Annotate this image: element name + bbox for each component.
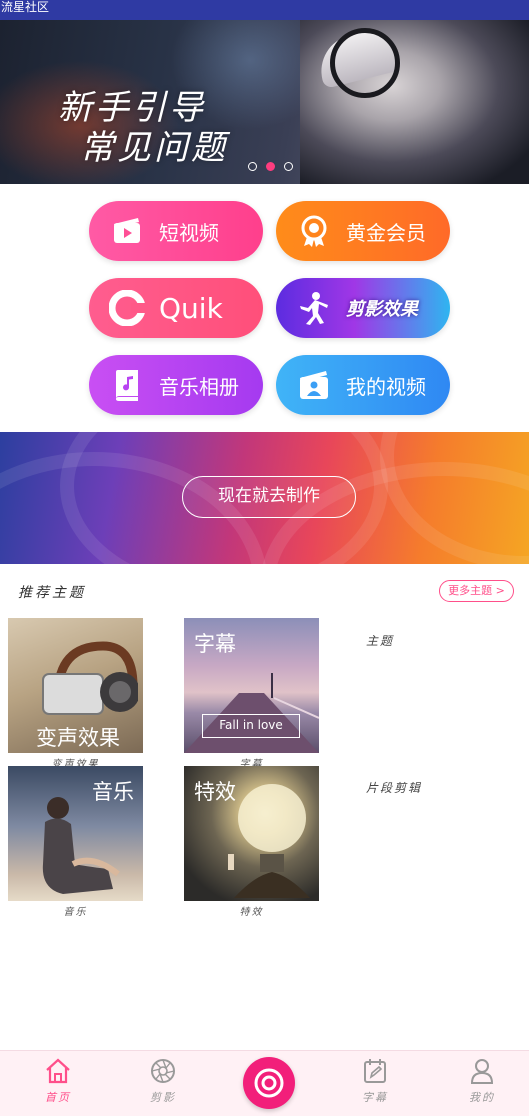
side-label-theme[interactable]: 主题 [366,632,394,649]
medal-icon [296,213,332,249]
silhouette-icon [296,290,332,326]
girl-image [42,797,120,894]
tile-caption: 音乐 [63,907,88,918]
tile-overlay-text: 特效 [194,780,236,804]
status-bar: 流星社区 [0,0,529,20]
tile-overlay-text: 变声效果 [36,726,120,750]
section-title: 推荐主题 [18,585,86,601]
nav-label: 字幕 [362,1091,388,1104]
topic-tile-effects[interactable]: 特效 [184,766,319,901]
headphones-shape [330,28,400,98]
my-videos-button[interactable]: 我的视频 [276,355,450,415]
my-videos-label: 我的视频 [346,374,426,399]
topic-tile-subtitle[interactable]: 字幕 Fall in love [184,618,319,753]
quik-label: Quik [159,291,223,325]
banner-line2: 常见问题 [80,128,228,168]
nav-label: 我的 [469,1091,495,1104]
pier-image [184,673,319,753]
nav-item-mine[interactable]: 我的 [447,1051,517,1116]
tile-overlay-text: 音乐 [92,780,134,804]
calendar-edit-icon [364,1059,386,1083]
make-now-button[interactable]: 现在就去制作 [182,476,356,518]
music-album-label: 音乐相册 [159,374,239,399]
clapper-icon [109,213,145,249]
topic-tile-voice-effect[interactable]: 变声效果 [8,618,143,753]
more-topics-button[interactable]: 更多主题 > [439,580,514,602]
short-video-label: 短视频 [159,220,219,245]
gold-member-button[interactable]: 黄金会员 [276,201,450,261]
headphones-image [42,641,138,715]
nav-label: 首页 [45,1091,71,1104]
music-album-button[interactable]: 音乐相册 [89,355,263,415]
center-record-button[interactable] [243,1057,295,1109]
home-icon [46,1058,70,1084]
video-clapper-person-icon [296,367,332,403]
carousel-dot[interactable] [284,162,293,171]
quik-logo-icon [109,290,145,326]
topic-tile-music[interactable]: 音乐 [8,766,143,901]
record-icon [254,1068,284,1098]
aperture-icon [151,1059,175,1083]
nav-item-subtitle[interactable]: 字幕 [340,1051,410,1116]
tile-caption: 特效 [239,907,264,918]
nav-item-edit[interactable]: 剪影 [128,1051,198,1116]
edit-effect-button[interactable]: 剪影效果 [276,278,450,338]
quik-button[interactable]: Quik [89,278,263,338]
short-video-button[interactable]: 短视频 [89,201,263,261]
nav-item-home[interactable]: 首页 [23,1051,93,1116]
carousel-dot[interactable] [248,162,257,171]
carousel-dot-active[interactable] [266,162,275,171]
nav-label: 剪影 [150,1091,176,1104]
app-title: 流星社区 [1,0,50,14]
gold-member-label: 黄金会员 [346,220,426,245]
side-label-clip-edit[interactable]: 片段剪辑 [366,779,422,796]
user-icon [470,1059,494,1084]
tile-overlay-text: 字幕 [194,632,236,656]
edit-effect-label: 剪影效果 [346,299,418,320]
banner-carousel[interactable]: 新手引导 常见问题 [0,20,529,184]
fall-in-love-badge: Fall in love [202,714,300,738]
music-book-icon [109,367,145,403]
